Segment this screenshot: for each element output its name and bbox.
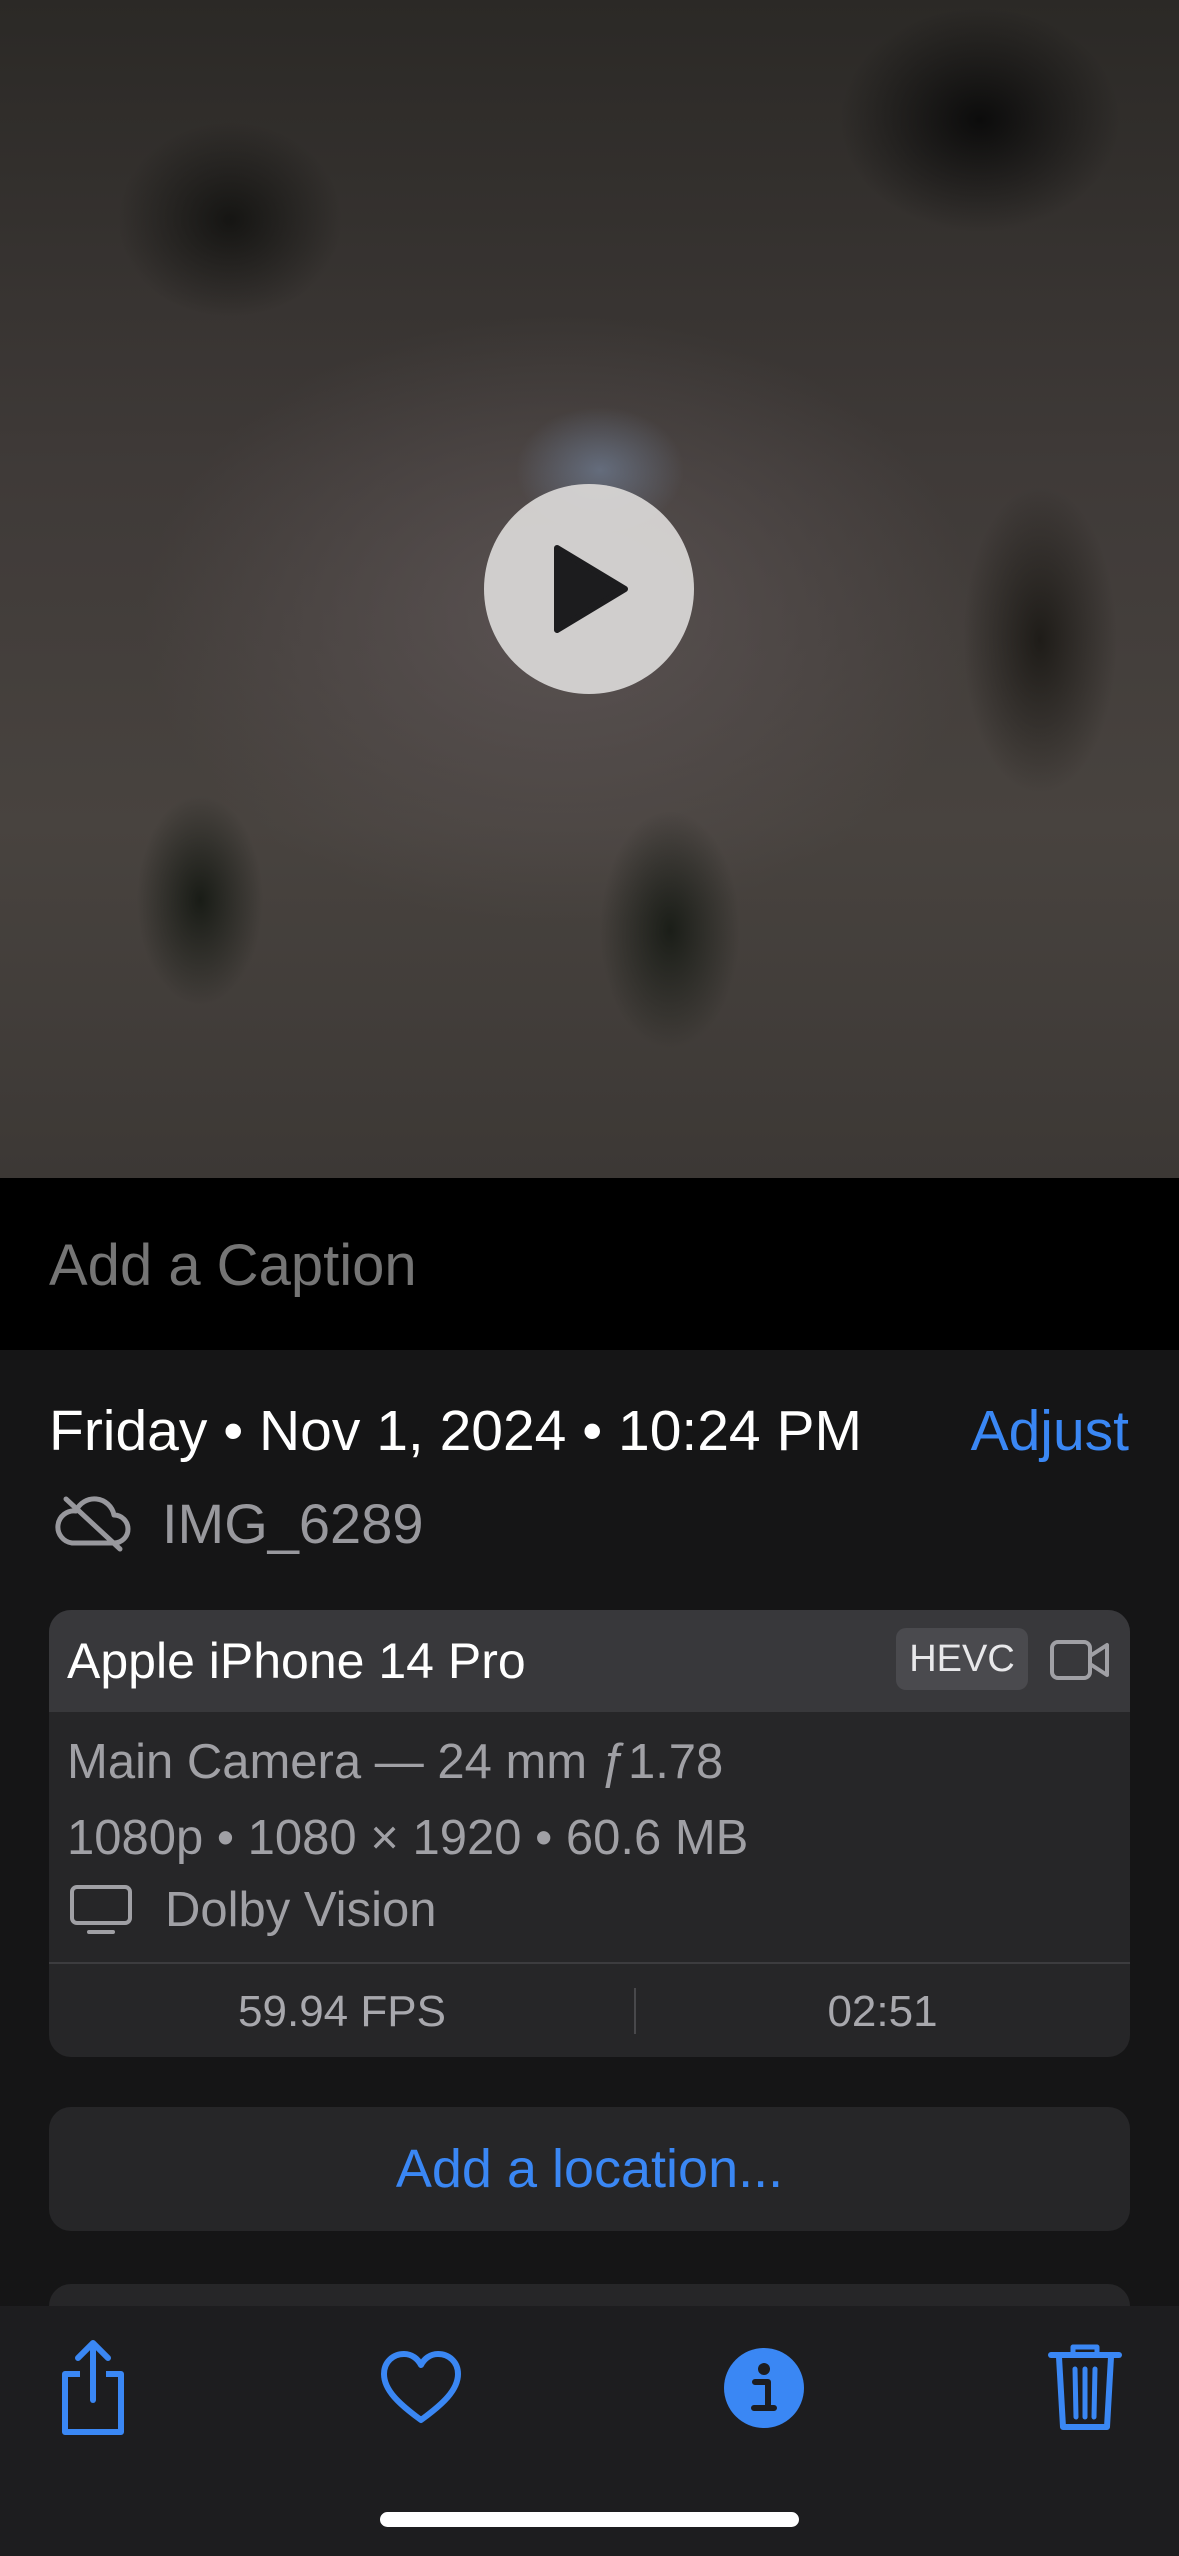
info-button[interactable] (709, 2333, 819, 2443)
duration: 02:51 (827, 1986, 938, 2036)
trash-icon (1048, 2344, 1122, 2430)
info-icon (724, 2348, 804, 2428)
capture-date: Friday • Nov 1, 2024 • 10:24 PM (49, 1399, 862, 1463)
card-footer: 59.94 FPS 02:51 (49, 1962, 1130, 2057)
heart-icon (381, 2351, 461, 2423)
play-icon (554, 545, 628, 633)
add-location-button[interactable]: Add a location... (49, 2107, 1130, 2231)
card-header: Apple iPhone 14 Pro HEVC (49, 1610, 1130, 1712)
format-badge: HEVC (896, 1628, 1028, 1690)
icloud-slash-icon (55, 1496, 131, 1552)
monitor-icon (70, 1885, 132, 1934)
hdr-format: Dolby Vision (165, 1883, 437, 1937)
frame-rate: 59.94 FPS (238, 1986, 446, 2036)
play-button[interactable] (484, 484, 694, 694)
camera-info-card: Apple iPhone 14 Pro HEVC Main Camera — 2… (49, 1610, 1130, 2057)
favorite-button[interactable] (366, 2333, 476, 2443)
video-specs: 1080p • 1080 × 1920 • 60.6 MB (67, 1811, 749, 1865)
share-button[interactable] (38, 2333, 148, 2443)
caption-input[interactable] (49, 1228, 1129, 1302)
lens-info: Main Camera — 24 mm ƒ1.78 (67, 1735, 724, 1789)
file-name: IMG_6289 (162, 1491, 424, 1555)
hdr-row: Dolby Vision (69, 1882, 436, 1938)
adjust-date-button[interactable]: Adjust (971, 1398, 1129, 1464)
share-icon (62, 2340, 124, 2435)
video-camera-icon (1050, 1640, 1109, 1680)
file-row: IMG_6289 (52, 1488, 424, 1558)
delete-button[interactable] (1030, 2333, 1140, 2443)
device-name: Apple iPhone 14 Pro (67, 1633, 526, 1689)
home-indicator[interactable] (380, 2512, 799, 2527)
